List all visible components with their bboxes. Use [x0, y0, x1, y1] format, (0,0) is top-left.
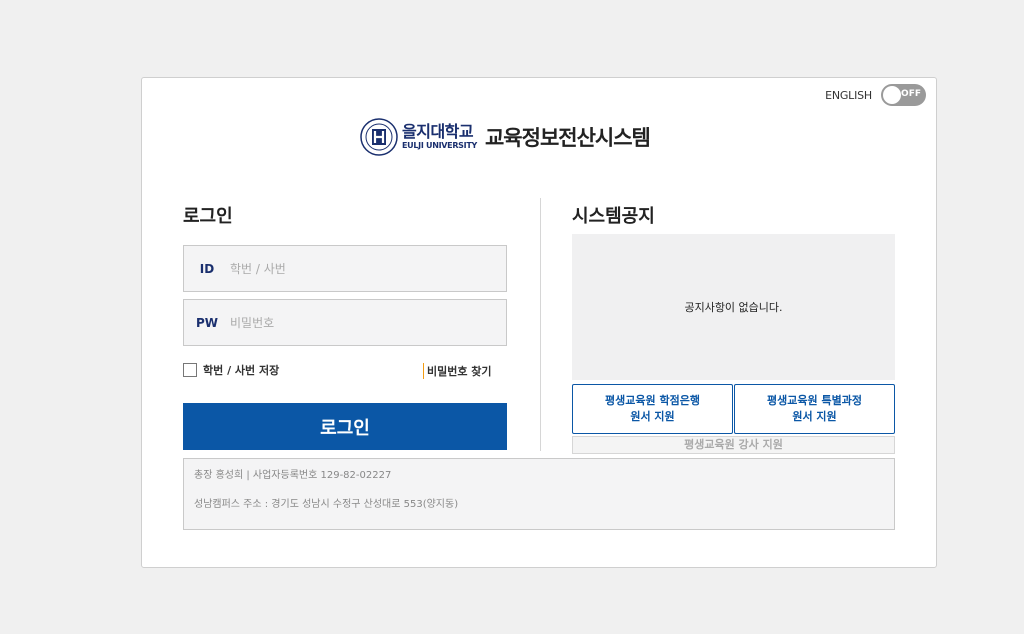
university-seal-icon	[360, 118, 398, 156]
id-label: ID	[199, 261, 215, 276]
system-title: 교육정보전산시스템	[484, 126, 651, 150]
university-name-en: EULJI UNIVERSITY	[402, 141, 477, 150]
toggle-state: OFF	[901, 89, 921, 99]
university-name-ko: 을지대학교	[402, 122, 474, 141]
notice-panel: 공지사항이 없습니다.	[572, 234, 895, 380]
credit-bank-apply-line1: 평생교육원 학점은행	[605, 394, 700, 407]
column-divider	[540, 198, 541, 451]
english-toggle[interactable]: OFF	[881, 84, 926, 106]
toggle-knob	[883, 86, 901, 104]
password-label: PW	[195, 315, 219, 330]
login-button[interactable]: 로그인	[183, 403, 507, 450]
footer-address-line: 성남캠퍼스 주소 : 경기도 성남시 수정구 산성대로 553(양지동)	[194, 499, 459, 510]
login-card: ENGLISH OFF 을지대학교 EULJI UNIVERSITY 교육정보전…	[141, 77, 937, 568]
brand-header: 을지대학교 EULJI UNIVERSITY 교육정보전산시스템	[360, 118, 651, 156]
credit-bank-apply-line2: 원서 지원	[630, 410, 675, 423]
save-id-checkbox[interactable]	[183, 363, 197, 377]
university-name: 을지대학교 EULJI UNIVERSITY	[402, 124, 477, 150]
save-id-row[interactable]: 학번 / 사번 저장	[183, 362, 279, 378]
special-course-apply-button[interactable]: 평생교육원 특별과정 원서 지원	[734, 384, 895, 434]
language-label: ENGLISH	[825, 88, 872, 102]
footer-info: 총장 홍성희 | 사업자등록번호 129-82-02227 성남캠퍼스 주소 :…	[183, 458, 895, 530]
find-password-link[interactable]: 비밀번호 찾기	[423, 363, 492, 379]
footer-president-line: 총장 홍성희 | 사업자등록번호 129-82-02227	[194, 470, 392, 481]
password-field[interactable]: PW	[183, 299, 507, 346]
password-input[interactable]	[230, 300, 506, 345]
login-heading: 로그인	[183, 206, 233, 227]
id-field[interactable]: ID	[183, 245, 507, 292]
save-id-label[interactable]: 학번 / 사번 저장	[203, 362, 279, 378]
special-course-apply-line2: 원서 지원	[792, 410, 837, 423]
special-course-apply-line1: 평생교육원 특별과정	[767, 394, 862, 407]
notice-empty-text: 공지사항이 없습니다.	[684, 301, 783, 314]
id-input[interactable]	[230, 246, 506, 291]
credit-bank-apply-button[interactable]: 평생교육원 학점은행 원서 지원	[572, 384, 733, 434]
language-switch: ENGLISH OFF	[825, 84, 926, 106]
instructor-apply-button[interactable]: 평생교육원 강사 지원	[572, 436, 895, 454]
notice-heading: 시스템공지	[572, 206, 655, 227]
